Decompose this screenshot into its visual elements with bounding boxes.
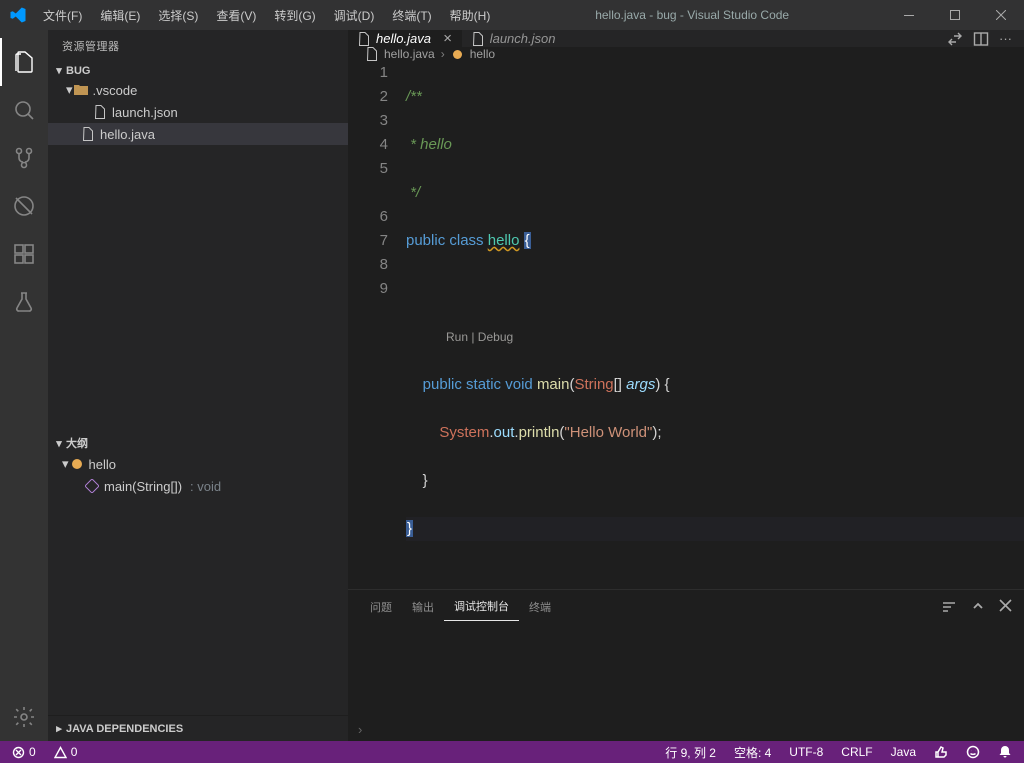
codelens-run-debug[interactable]: Run | Debug xyxy=(406,325,1024,349)
filter-icon[interactable] xyxy=(941,599,957,615)
debug-console-body[interactable]: › xyxy=(348,623,1024,741)
status-cursor-position[interactable]: 行 9, 列 2 xyxy=(661,744,720,761)
outline-title: 大纲 xyxy=(66,435,88,451)
breadcrumbs[interactable]: hello.java › hello xyxy=(348,47,1024,61)
tab-hello-java[interactable]: hello.java × xyxy=(348,30,462,47)
breadcrumb-symbol[interactable]: hello xyxy=(470,47,495,61)
menu-edit[interactable]: 编辑(E) xyxy=(92,3,148,28)
editor-actions: ··· xyxy=(935,30,1024,47)
chevron-right-icon: › xyxy=(358,722,362,737)
close-window-button[interactable] xyxy=(978,0,1024,30)
title-bar: 文件(F) 编辑(E) 选择(S) 查看(V) 转到(G) 调试(D) 终端(T… xyxy=(0,0,1024,30)
search-icon[interactable] xyxy=(0,86,48,134)
project-name: BUG xyxy=(66,65,90,77)
notifications-bell-icon[interactable] xyxy=(994,745,1016,759)
minimap[interactable] xyxy=(964,61,1024,589)
folder-label: .vscode xyxy=(93,83,138,98)
tab-label: launch.json xyxy=(490,31,556,46)
chevron-down-icon: ▾ xyxy=(52,437,66,450)
line-gutter: 123456789 xyxy=(348,61,406,589)
close-panel-icon[interactable] xyxy=(999,599,1012,615)
test-icon[interactable] xyxy=(0,278,48,326)
status-bar: 0 0 行 9, 列 2 空格: 4 UTF-8 CRLF Java xyxy=(0,741,1024,763)
folder-vscode[interactable]: ▾ .vscode xyxy=(48,79,348,101)
project-section-header[interactable]: ▾ BUG xyxy=(48,62,348,79)
outline-method-name: main(String[]) xyxy=(104,479,182,494)
status-indentation[interactable]: 空格: 4 xyxy=(730,744,775,761)
file-launch-json[interactable]: launch.json xyxy=(48,101,348,123)
menu-bar: 文件(F) 编辑(E) 选择(S) 查看(V) 转到(G) 调试(D) 终端(T… xyxy=(35,3,498,28)
explorer-icon[interactable] xyxy=(0,38,48,86)
editor-area: hello.java × launch.json ··· hello.java … xyxy=(348,30,1024,741)
compare-icon[interactable] xyxy=(947,31,963,47)
code-editor[interactable]: 123456789 /** * hello */ public class he… xyxy=(348,61,1024,589)
file-icon xyxy=(92,105,108,119)
status-encoding[interactable]: UTF-8 xyxy=(785,745,827,759)
file-icon xyxy=(472,32,484,46)
more-actions-icon[interactable]: ··· xyxy=(999,31,1012,46)
status-language[interactable]: Java xyxy=(887,745,920,759)
window-title: hello.java - bug - Visual Studio Code xyxy=(498,8,886,22)
outline-section-header[interactable]: ▾ 大纲 xyxy=(48,433,348,453)
panel-tab-terminal[interactable]: 终端 xyxy=(519,593,561,621)
settings-gear-icon[interactable] xyxy=(0,693,48,741)
panel-tabs: 问题 输出 调试控制台 终端 xyxy=(348,590,1024,623)
file-icon xyxy=(358,32,370,46)
minimize-button[interactable] xyxy=(886,0,932,30)
breadcrumb-file[interactable]: hello.java xyxy=(384,47,435,61)
java-dependencies-header[interactable]: ▸ JAVA DEPENDENCIES xyxy=(48,716,348,741)
outline-method[interactable]: main(String[]) : void xyxy=(48,475,348,497)
panel-tab-problems[interactable]: 问题 xyxy=(360,593,402,621)
feedback-icon[interactable] xyxy=(962,745,984,759)
status-eol[interactable]: CRLF xyxy=(837,745,876,759)
tab-launch-json[interactable]: launch.json xyxy=(462,30,566,47)
java-deps-label: JAVA DEPENDENCIES xyxy=(66,723,183,735)
editor-tabs: hello.java × launch.json ··· xyxy=(348,30,1024,47)
split-editor-icon[interactable] xyxy=(973,31,989,47)
status-warnings[interactable]: 0 xyxy=(50,745,82,759)
debug-icon[interactable] xyxy=(0,182,48,230)
activity-bar xyxy=(0,30,48,741)
file-tree: ▾ .vscode launch.json hello.java xyxy=(48,79,348,145)
code-content[interactable]: /** * hello */ public class hello { Run … xyxy=(406,61,1024,589)
chevron-right-icon: ▸ xyxy=(52,722,66,735)
menu-debug[interactable]: 调试(D) xyxy=(326,3,383,28)
window-controls xyxy=(886,0,1024,30)
folder-icon xyxy=(73,84,89,96)
sidebar-title: 资源管理器 xyxy=(48,30,348,62)
thumbs-up-icon[interactable] xyxy=(930,745,952,759)
file-icon xyxy=(80,127,96,141)
chevron-right-icon: › xyxy=(441,47,445,61)
menu-help[interactable]: 帮助(H) xyxy=(442,3,499,28)
collapse-panel-icon[interactable] xyxy=(971,599,985,615)
outline-class[interactable]: ▾ hello xyxy=(48,453,348,475)
method-symbol-icon xyxy=(84,479,100,493)
tab-label: hello.java xyxy=(376,31,431,46)
vscode-logo-icon xyxy=(0,6,35,24)
panel-tab-debug-console[interactable]: 调试控制台 xyxy=(444,592,519,621)
menu-terminal[interactable]: 终端(T) xyxy=(384,3,439,28)
menu-view[interactable]: 查看(V) xyxy=(208,3,264,28)
class-symbol-icon xyxy=(69,457,85,471)
outline-class-name: hello xyxy=(89,457,116,472)
menu-file[interactable]: 文件(F) xyxy=(35,3,90,28)
maximize-button[interactable] xyxy=(932,0,978,30)
class-symbol-icon xyxy=(451,48,464,61)
outline-return-type: : void xyxy=(190,479,221,494)
file-label: launch.json xyxy=(112,105,178,120)
panel-actions xyxy=(941,599,1012,615)
panel-tab-output[interactable]: 输出 xyxy=(402,593,444,621)
sidebar: 资源管理器 ▾ BUG ▾ .vscode launch.json hello.… xyxy=(48,30,348,741)
chevron-down-icon: ▾ xyxy=(52,64,66,77)
extensions-icon[interactable] xyxy=(0,230,48,278)
file-label: hello.java xyxy=(100,127,155,142)
menu-go[interactable]: 转到(G) xyxy=(266,3,323,28)
file-icon xyxy=(366,47,378,61)
scm-icon[interactable] xyxy=(0,134,48,182)
close-tab-icon[interactable]: × xyxy=(443,30,452,47)
bottom-panel: 问题 输出 调试控制台 终端 › xyxy=(348,589,1024,741)
menu-select[interactable]: 选择(S) xyxy=(150,3,206,28)
file-hello-java[interactable]: hello.java xyxy=(48,123,348,145)
status-errors[interactable]: 0 xyxy=(8,745,40,759)
